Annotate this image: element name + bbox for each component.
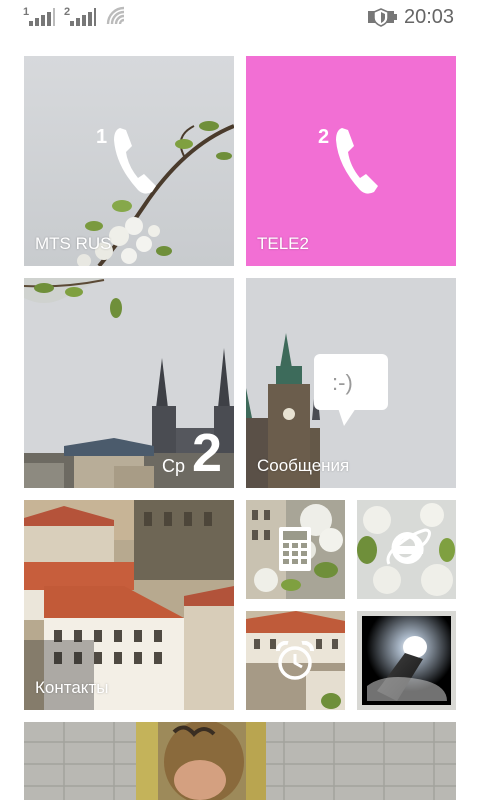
calendar-day-number: 2 [192,423,223,483]
calculator-icon [279,527,311,571]
tile-contacts[interactable]: Контакты [24,500,234,710]
tile-label: Контакты [35,678,109,697]
alarm-clock-icon [276,641,314,680]
sim-number: 1 [96,126,108,148]
internet-explorer-icon [386,528,431,565]
phone-icon [114,128,156,194]
wifi-icon [106,6,125,25]
calendar-weekday: Ср [162,456,186,476]
sim-number: 2 [318,126,330,148]
tile-alarms[interactable] [246,611,345,710]
tile-messages[interactable]: :-) Сообщения [246,278,456,488]
flashlight-icon [362,616,451,705]
tile-label: TELE2 [257,234,309,253]
tile-calculator[interactable] [246,500,345,599]
tile-photos[interactable] [24,722,456,800]
tile-calendar[interactable]: Ср 2 [24,278,234,488]
status-bar: 1 2 20:03 [0,0,480,36]
emoticon-text: :-) [332,370,353,395]
tile-label: Сообщения [257,456,350,475]
tile-phone-sim2[interactable]: 2 TELE2 [246,56,456,266]
battery-saver-icon [368,8,397,27]
tile-internet-explorer[interactable] [357,500,456,599]
tile-phone-sim1[interactable]: 1 MTS RUS [24,56,234,266]
tile-flashlight[interactable] [357,611,456,710]
photo-icon [24,722,456,800]
status-time: 20:03 [404,6,455,28]
tile-label: MTS RUS [35,234,112,253]
phone-icon [336,128,378,194]
